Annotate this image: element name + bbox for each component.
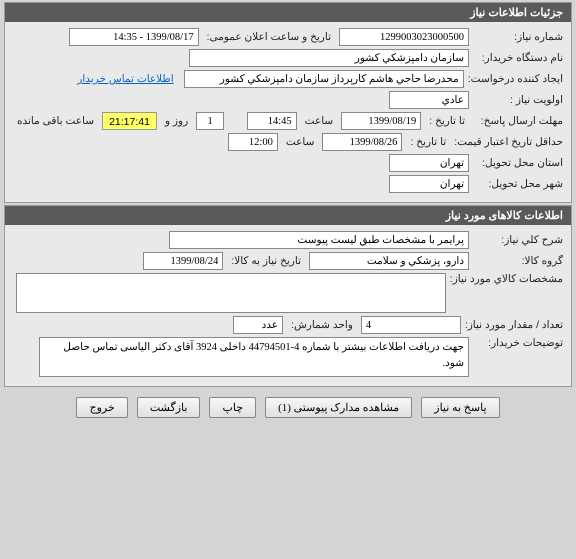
days-label: روز و xyxy=(161,115,192,127)
qty-field[interactable] xyxy=(361,316,461,334)
action-bar: پاسخ به نیاز مشاهده مدارک پیوستی (1) چاپ… xyxy=(0,389,576,426)
deadline-send-label: مهلت ارسال پاسخ: xyxy=(473,115,563,127)
goods-info-panel: اطلاعات کالاهای مورد نیاز شرح کلي نیاز: … xyxy=(4,205,572,387)
spec-label: مشخصات کالاي مورد نیاز: xyxy=(450,273,563,285)
spec-field[interactable] xyxy=(16,273,446,313)
city-field[interactable] xyxy=(389,175,469,193)
attachments-button[interactable]: مشاهده مدارک پیوستی (1) xyxy=(265,397,412,418)
time-label-1: ساعت xyxy=(301,115,338,127)
need-date-label: تاریخ نیاز به کالا: xyxy=(227,255,305,267)
priority-label: اولویت نیاز : xyxy=(473,94,563,106)
exit-button[interactable]: خروج xyxy=(76,397,127,418)
creator-label: ایجاد کننده درخواست: xyxy=(468,73,563,85)
reqno-label: شماره نیاز: xyxy=(473,31,563,43)
desc-field[interactable] xyxy=(169,231,469,249)
back-button[interactable]: بازگشت xyxy=(137,397,201,418)
deadline-date-field[interactable] xyxy=(341,112,421,130)
buyer-contact-link[interactable]: اطلاعات تماس خریدار xyxy=(77,73,173,85)
validity-time-field[interactable] xyxy=(228,133,278,151)
buyer-field[interactable] xyxy=(189,49,469,67)
need-date-field[interactable] xyxy=(143,252,223,270)
pubdate-field[interactable] xyxy=(69,28,199,46)
notes-field[interactable] xyxy=(39,337,469,377)
city-label: شهر محل تحویل: xyxy=(473,178,563,190)
panel1-title: جزئیات اطلاعات نیاز xyxy=(5,3,571,22)
print-button[interactable]: چاپ xyxy=(209,397,256,418)
desc-label: شرح کلي نیاز: xyxy=(473,234,563,246)
remaining-label: ساعت باقی مانده xyxy=(13,115,98,127)
need-details-panel: جزئیات اطلاعات نیاز شماره نیاز: تاریخ و … xyxy=(4,2,572,203)
group-field[interactable] xyxy=(309,252,469,270)
to-date-label-2: تا تاریخ : xyxy=(406,136,450,148)
deadline-time-field[interactable] xyxy=(247,112,297,130)
remaining-time: 21:17:41 xyxy=(102,112,157,130)
group-label: گروه کالا: xyxy=(473,255,563,267)
panel2-title: اطلاعات کالاهای مورد نیاز xyxy=(5,206,571,225)
qty-label: تعداد / مقدار مورد نیاز: xyxy=(465,319,563,331)
unit-label: واحد شمارش: xyxy=(287,319,357,331)
province-label: استان محل تحویل: xyxy=(473,157,563,169)
priority-field[interactable] xyxy=(389,91,469,109)
panel1-body: شماره نیاز: تاریخ و ساعت اعلان عمومی: نا… xyxy=(5,22,571,202)
panel2-body: شرح کلي نیاز: گروه کالا: تاریخ نیاز به ک… xyxy=(5,225,571,386)
reqno-field[interactable] xyxy=(339,28,469,46)
notes-label: توضیحات خریدار: xyxy=(473,337,563,349)
province-field[interactable] xyxy=(389,154,469,172)
respond-button[interactable]: پاسخ به نیاز xyxy=(421,397,499,418)
pubdate-label: تاریخ و ساعت اعلان عمومی: xyxy=(203,31,335,43)
unit-field[interactable] xyxy=(233,316,283,334)
time-label-2: ساعت xyxy=(282,136,319,148)
creator-field[interactable] xyxy=(184,70,464,88)
validity-label: حداقل تاریخ اعتبار قیمت: xyxy=(454,136,563,148)
days-field[interactable] xyxy=(196,112,224,130)
buyer-label: نام دستگاه خریدار: xyxy=(473,52,563,64)
validity-date-field[interactable] xyxy=(322,133,402,151)
to-date-label-1: تا تاریخ : xyxy=(425,115,469,127)
